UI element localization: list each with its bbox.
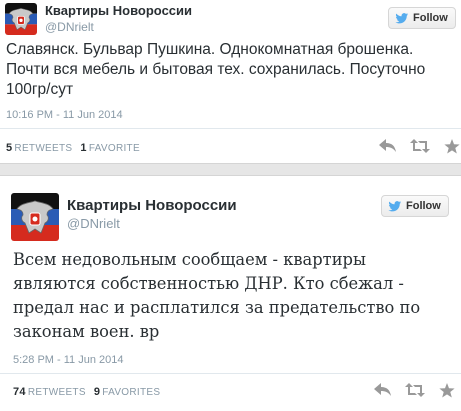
star-icon bbox=[439, 382, 455, 397]
favorites-count: 9 bbox=[93, 386, 101, 398]
twitter-bird-icon bbox=[388, 200, 402, 211]
retweets-label: RETWEETS bbox=[27, 387, 86, 398]
favorites-stat[interactable]: 9 FAVORITES bbox=[93, 386, 161, 398]
favorites-label: FAVORITES bbox=[102, 387, 161, 398]
tweet-stats: 74 RETWEETS 9 FAVORITES bbox=[13, 386, 160, 398]
follow-button-label: Follow bbox=[406, 200, 441, 212]
retweet-button[interactable] bbox=[404, 381, 426, 399]
avatar[interactable] bbox=[11, 193, 59, 241]
retweet-icon bbox=[405, 383, 425, 397]
author-name[interactable]: Квартиры Новороссии bbox=[67, 197, 237, 214]
divider bbox=[0, 373, 461, 374]
favorite-button[interactable] bbox=[436, 381, 458, 399]
follow-button[interactable]: Follow bbox=[381, 195, 449, 217]
reply-arrow-icon bbox=[374, 383, 391, 396]
tweet-text: Всем недовольным сообщаем - квартиры явл… bbox=[13, 250, 421, 341]
retweets-count: 74 bbox=[13, 386, 26, 398]
reply-button[interactable] bbox=[372, 381, 394, 399]
retweets-stat[interactable]: 74 RETWEETS bbox=[13, 386, 86, 398]
tweet-timestamp[interactable]: 5:28 PM - 11 Jun 2014 bbox=[13, 354, 123, 366]
tweet-card: Квартиры Новороссии @DNrielt Follow Всем… bbox=[0, 0, 461, 411]
tweet-actions bbox=[372, 381, 458, 399]
dnr-coat-of-arms-icon bbox=[11, 193, 59, 241]
author-handle[interactable]: @DNrielt bbox=[67, 216, 120, 231]
